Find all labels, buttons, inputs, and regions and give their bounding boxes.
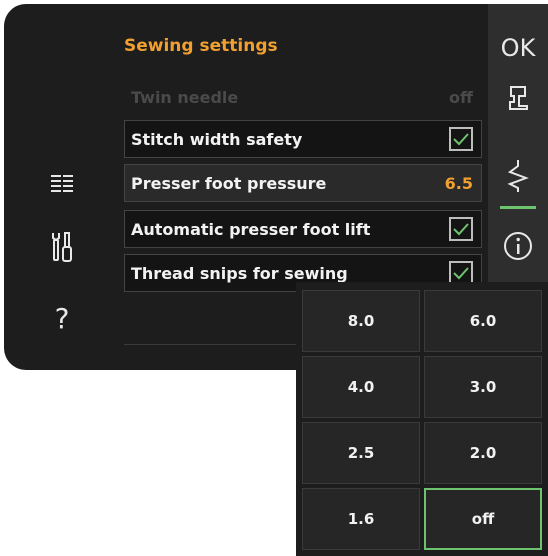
- help-icon[interactable]: ?: [4, 302, 120, 335]
- left-rail: ?: [4, 4, 120, 370]
- help-label: ?: [54, 302, 70, 335]
- stitch-width-safety-checkbox[interactable]: [449, 127, 473, 151]
- setting-label: Stitch width safety: [131, 129, 303, 149]
- setting-label: Presser foot pressure: [131, 173, 327, 193]
- pressure-option-8-0[interactable]: 8.0: [302, 290, 420, 352]
- setting-presser-foot-pressure[interactable]: Presser foot pressure 6.5: [124, 164, 482, 202]
- active-tab-indicator: [500, 206, 536, 209]
- pressure-option-1-6[interactable]: 1.6: [302, 488, 420, 550]
- ok-label: OK: [500, 34, 536, 62]
- pressure-option-off[interactable]: off: [424, 488, 542, 550]
- setting-automatic-presser-foot-lift[interactable]: Automatic presser foot lift: [124, 210, 482, 248]
- pressure-option-2-5[interactable]: 2.5: [302, 422, 420, 484]
- pressure-option-3-0[interactable]: 3.0: [424, 356, 542, 418]
- list-menu-icon[interactable]: [4, 172, 120, 198]
- presser-foot-icon[interactable]: [488, 84, 548, 116]
- setting-twin-needle: Twin needle off: [124, 78, 482, 116]
- pressure-option-2-0[interactable]: 2.0: [424, 422, 542, 484]
- sewing-stitch-icon[interactable]: [488, 158, 548, 209]
- info-icon[interactable]: [488, 230, 548, 266]
- check-icon: [453, 267, 469, 280]
- pressure-option-4-0[interactable]: 4.0: [302, 356, 420, 418]
- pressure-options-popup: 8.0 6.0 4.0 3.0 2.5 2.0 1.6 off: [296, 282, 548, 556]
- setting-label: Twin needle: [131, 87, 239, 107]
- check-icon: [453, 133, 469, 146]
- tools-icon[interactable]: [4, 230, 120, 268]
- automatic-presser-foot-lift-checkbox[interactable]: [449, 217, 473, 241]
- setting-label: Thread snips for sewing: [131, 263, 348, 283]
- page-title: Sewing settings: [124, 36, 278, 56]
- check-icon: [453, 223, 469, 236]
- setting-value: 6.5: [444, 173, 473, 193]
- setting-value: off: [449, 87, 473, 107]
- pressure-option-6-0[interactable]: 6.0: [424, 290, 542, 352]
- setting-stitch-width-safety[interactable]: Stitch width safety: [124, 120, 482, 158]
- ok-button[interactable]: OK: [488, 34, 548, 62]
- setting-label: Automatic presser foot lift: [131, 219, 371, 239]
